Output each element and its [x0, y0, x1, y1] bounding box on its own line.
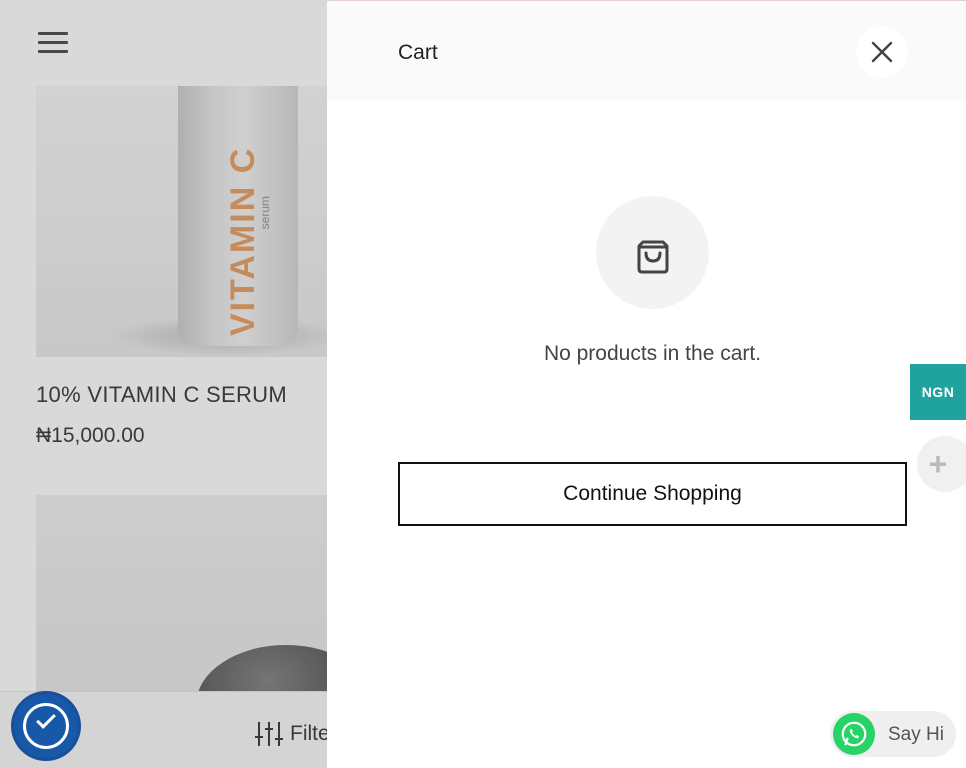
- whatsapp-chat-button[interactable]: Say Hi: [830, 711, 956, 757]
- cart-title: Cart: [398, 41, 438, 64]
- plus-icon: +: [928, 446, 948, 482]
- cart-header: Cart: [327, 0, 966, 100]
- empty-cart-illustration: [596, 196, 709, 309]
- empty-cart-message: No products in the cart.: [543, 342, 762, 365]
- chat-label: Say Hi: [888, 724, 944, 745]
- continue-shopping-button[interactable]: Continue Shopping: [398, 462, 907, 526]
- close-button[interactable]: [856, 26, 908, 78]
- shopping-bag-icon: [637, 240, 668, 273]
- accessibility-icon: [23, 703, 69, 749]
- close-icon: [871, 41, 893, 63]
- currency-switcher[interactable]: NGN: [910, 364, 966, 420]
- accessibility-button[interactable]: [14, 694, 78, 758]
- expand-button[interactable]: +: [917, 436, 966, 492]
- whatsapp-icon: [833, 713, 875, 755]
- cart-drawer: Cart No products in the cart. Continue S…: [327, 0, 966, 768]
